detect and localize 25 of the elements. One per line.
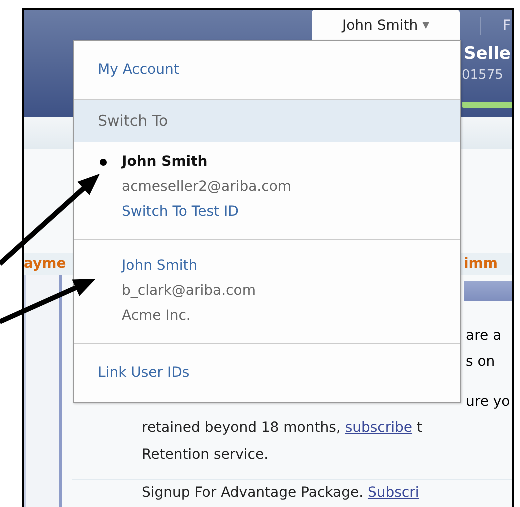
account-id: 01575 bbox=[462, 68, 504, 83]
section-header: Switch To bbox=[74, 100, 460, 142]
my-account-link[interactable]: My Account bbox=[98, 62, 180, 78]
notice-text: Retention service. bbox=[142, 447, 269, 463]
notice-text: Signup For Advantage Package. Subscri bbox=[142, 485, 420, 501]
user-menu-button[interactable]: John Smith $^{▼}$ bbox=[312, 10, 460, 42]
notice-text: s on bbox=[466, 354, 496, 370]
table-header bbox=[464, 281, 512, 301]
section-heading: ayme bbox=[24, 256, 66, 272]
link-user-ids-link[interactable]: Link User IDs bbox=[98, 365, 190, 381]
notice-text: retained beyond 18 months, subscribe t bbox=[142, 420, 422, 436]
page-title: Selle bbox=[464, 44, 511, 64]
account-link[interactable]: John Smith bbox=[122, 254, 198, 279]
account-email: acmeseller2@ariba.com bbox=[122, 178, 293, 197]
subscribe-link[interactable]: subscribe bbox=[345, 420, 413, 436]
nav-link[interactable]: F bbox=[503, 18, 512, 34]
company-name: Acme Inc. bbox=[122, 307, 192, 326]
account-name: John Smith bbox=[122, 153, 208, 172]
switch-link[interactable]: Switch To Test ID bbox=[122, 204, 239, 220]
account-email: b_clark@ariba.com bbox=[122, 282, 257, 301]
accent-stripe bbox=[462, 102, 512, 108]
subscribe-link[interactable]: Subscri bbox=[368, 485, 420, 501]
section-heading: imm bbox=[464, 256, 499, 272]
notice-text: are a bbox=[466, 328, 502, 344]
notice-text: ure yo bbox=[466, 394, 510, 410]
